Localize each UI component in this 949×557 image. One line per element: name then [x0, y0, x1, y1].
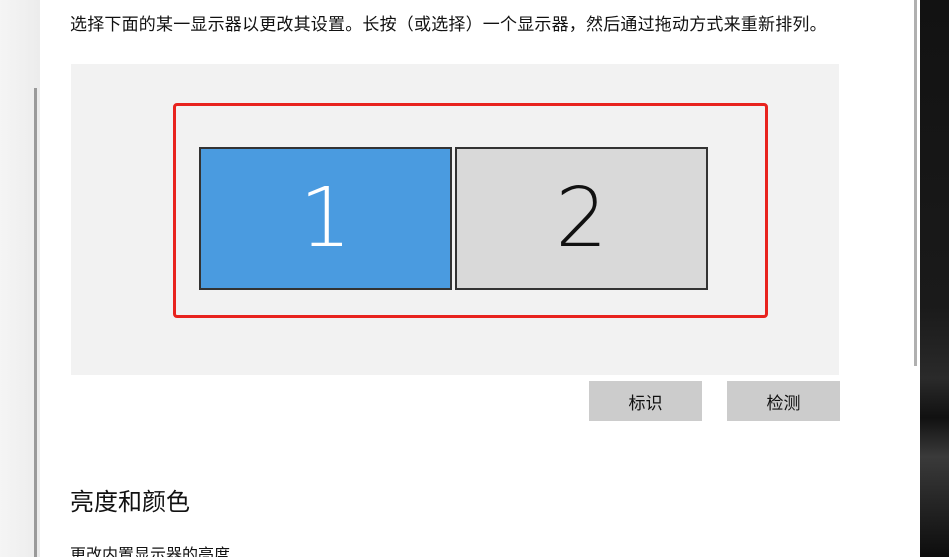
brightness-sub-label: 更改内置显示器的亮度 [70, 545, 231, 557]
left-divider [34, 88, 37, 557]
scrollbar-thumb[interactable] [914, 0, 917, 366]
display-settings-page: 选择下面的某一显示器以更改其设置。长按（或选择）一个显示器，然后通过拖动方式来重… [0, 0, 949, 557]
monitor-2-tile[interactable]: 2 [455, 147, 708, 290]
brightness-section-title: 亮度和颜色 [70, 488, 190, 516]
detect-button[interactable]: 检测 [727, 381, 840, 421]
background-window-edge [920, 0, 949, 557]
monitor-arrangement-area[interactable]: 1 2 [71, 64, 839, 375]
identify-button[interactable]: 标识 [589, 381, 702, 421]
display-instruction-text: 选择下面的某一显示器以更改其设置。长按（或选择）一个显示器，然后通过拖动方式来重… [70, 15, 827, 35]
monitor-2-number: 2 [555, 171, 608, 266]
monitor-1-number: 1 [299, 171, 352, 266]
monitor-1-tile[interactable]: 1 [199, 147, 452, 290]
